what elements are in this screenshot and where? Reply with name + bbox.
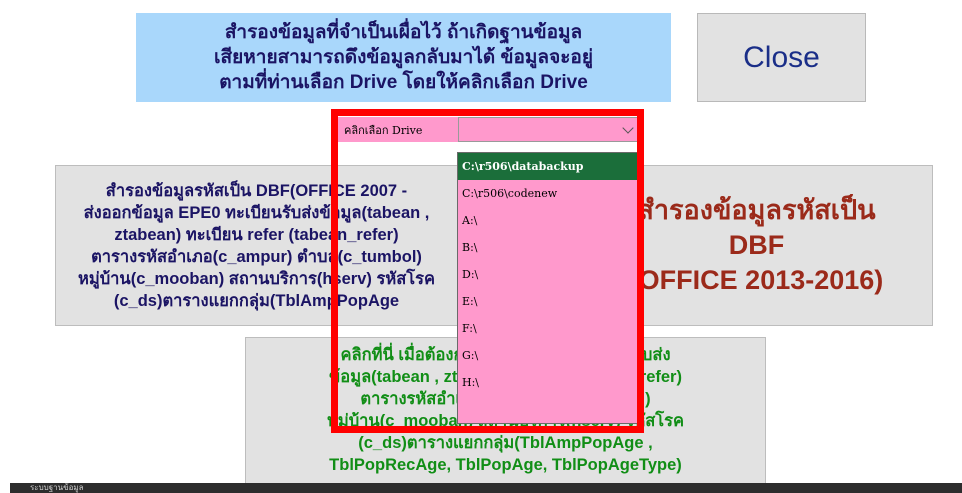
drive-dropdown-list[interactable]: C:\r506\databackup C:\r506\codenew A:\ B…	[457, 152, 638, 424]
export-line: (c_ds)ตารางแยกกลุ่ม(TblAmpPopAge ,	[358, 434, 653, 452]
backup2007-line: (c_ds)ตารางแยกกลุ่ม(TblAmpPopAge	[113, 291, 400, 310]
info-line-2: เสียหายสามารถดึงข้อมูลกลับมาได้ ข้อมูลจะ…	[214, 47, 593, 68]
backup2007-line: ztabean) ทะเบียน refer (tabean_refer)	[114, 225, 399, 244]
drive-option[interactable]: D:\	[458, 261, 637, 288]
backup2007-line: ส่งออกข้อมูล EPE0 ทะเบียนรับส่งข้อมูล(ta…	[83, 203, 430, 222]
drive-option[interactable]: G:\	[458, 342, 637, 369]
chevron-down-icon[interactable]	[622, 121, 634, 134]
backup2013-line: DBF	[728, 230, 785, 260]
backup2007-line: ตารางรหัสอำเภอ(c_ampur) ตำบล(c_tumbol)	[91, 247, 422, 266]
info-line-1: สำรองข้อมูลที่จำเป็นเผื่อไว้ ถ้าเกิดฐานข…	[224, 22, 583, 43]
drive-option[interactable]: H:\	[458, 369, 637, 396]
drive-option[interactable]: B:\	[458, 234, 637, 261]
close-button[interactable]: Close	[697, 13, 866, 102]
backup2007-line: สำรองข้อมูลรหัสเป็น DBF(OFFICE 2007 -	[105, 181, 408, 200]
backup2007-line: หมู่บ้าน(c_mooban) สถานบริการ(hserv) รหั…	[77, 269, 436, 288]
backup-dbf-2007-button[interactable]: สำรองข้อมูลรหัสเป็น DBF(OFFICE 2007 - ส่…	[55, 165, 458, 326]
backup2013-line: (OFFICE 2013-2016)	[629, 265, 884, 295]
drive-option[interactable]: C:\r506\codenew	[458, 180, 637, 207]
drive-option[interactable]: C:\r506\databackup	[458, 153, 637, 180]
drive-select[interactable]	[458, 117, 639, 142]
drive-option[interactable]: F:\	[458, 315, 637, 342]
status-text: ระบบฐานข้อมูล	[30, 483, 84, 492]
drive-option[interactable]: A:\	[458, 207, 637, 234]
drive-option[interactable]: E:\	[458, 288, 637, 315]
export-line: TblPopRecAge, TblPopAge, TblPopAgeType)	[329, 456, 682, 474]
info-panel: สำรองข้อมูลที่จำเป็นเผื่อไว้ ถ้าเกิดฐานข…	[136, 13, 671, 102]
info-line-3: ตามที่ท่านเลือก Drive โดยให้คลิกเลือก Dr…	[219, 72, 588, 93]
drive-label: คลิกเลือก Drive	[337, 117, 458, 142]
status-bar: ระบบฐานข้อมูล	[10, 483, 962, 493]
backup2013-line: สำรองข้อมูลรหัสเป็น	[637, 195, 876, 225]
